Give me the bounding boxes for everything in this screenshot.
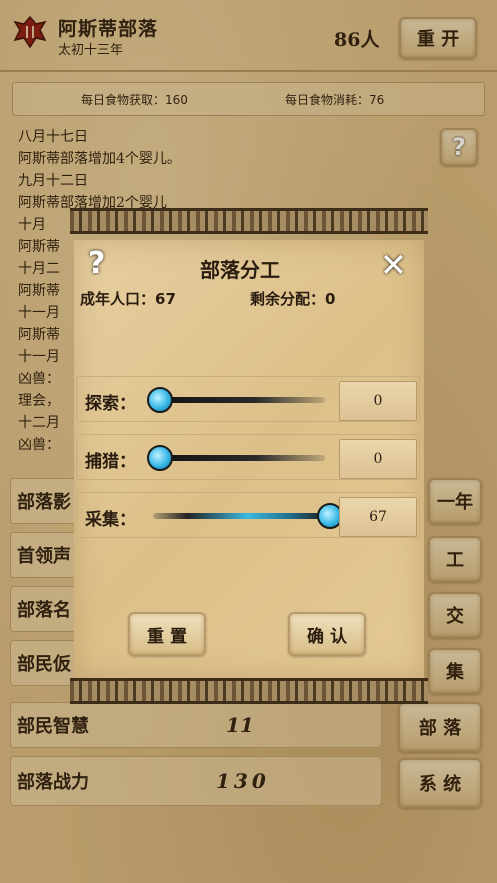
explore-slider-track[interactable]: [153, 397, 325, 403]
gather-value: 67: [339, 497, 417, 537]
division-of-labor-dialog: ? 部落分工 ✕ 成年人口：67 剩余分配：0 探索： 0 捕猎： 0 采集： …: [70, 208, 428, 704]
dialog-body: ? 部落分工 ✕ 成年人口：67 剩余分配：0 探索： 0 捕猎： 0 采集： …: [74, 240, 424, 678]
gather-slider-row: 采集： 67: [76, 492, 420, 538]
hunt-value: 0: [339, 439, 417, 479]
explore-slider-knob[interactable]: [147, 387, 173, 413]
explore-value: 0: [339, 381, 417, 421]
dialog-title: 部落分工: [200, 258, 280, 282]
dialog-bottom-border: [70, 678, 428, 704]
close-icon[interactable]: ✕: [380, 246, 407, 284]
dialog-top-border: [70, 208, 428, 234]
hunt-slider-knob[interactable]: [147, 445, 173, 471]
hunt-slider-track[interactable]: [153, 455, 325, 461]
slider-label: 采集：: [85, 510, 136, 530]
slider-label: 捕猎：: [85, 452, 136, 472]
slider-label: 探索：: [85, 394, 136, 414]
dialog-help-icon[interactable]: ?: [88, 246, 105, 281]
gather-slider-track[interactable]: [153, 513, 325, 519]
adult-population: 成年人口：67: [80, 290, 176, 308]
reset-button[interactable]: 重 置: [128, 612, 206, 656]
remaining-allocation: 剩余分配：0: [250, 290, 336, 308]
confirm-button[interactable]: 确 认: [288, 612, 366, 656]
explore-slider-row: 探索： 0: [76, 376, 420, 422]
hunt-slider-row: 捕猎： 0: [76, 434, 420, 480]
